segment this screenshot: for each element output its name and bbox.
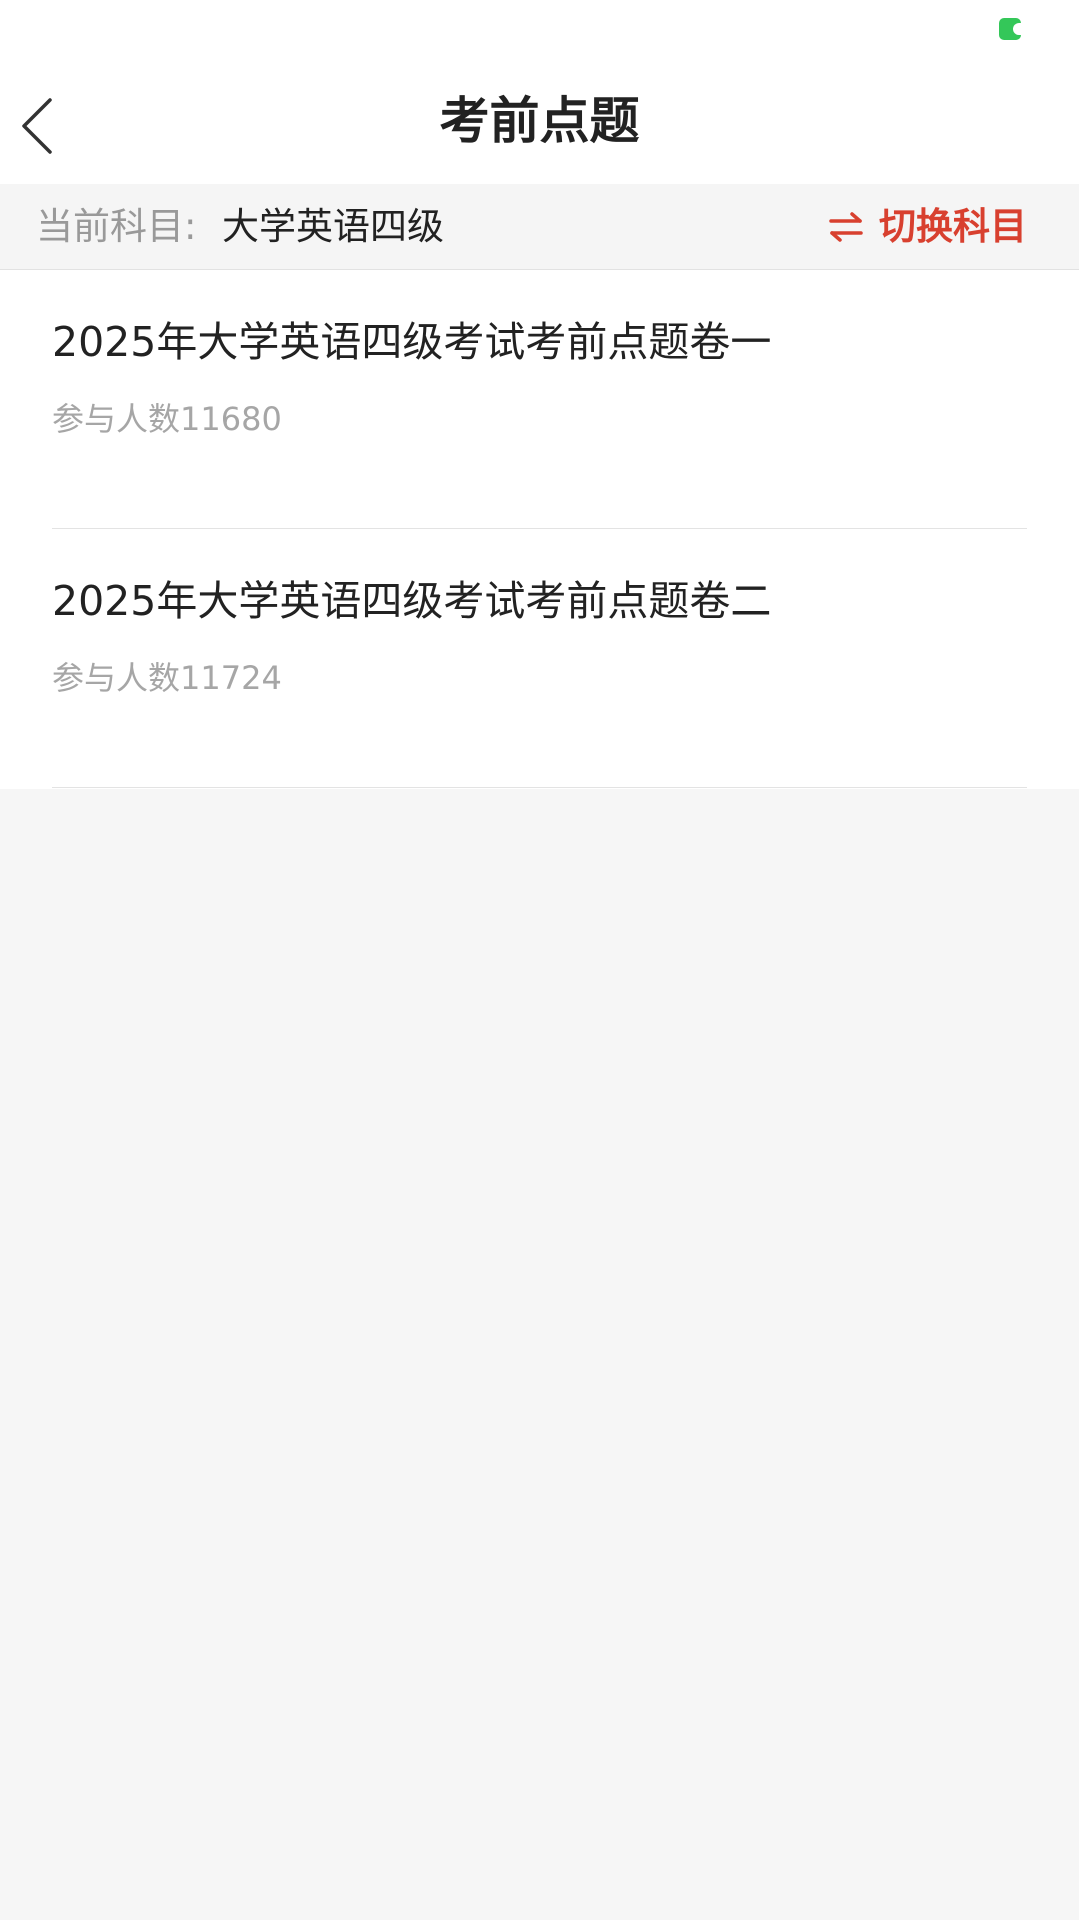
paper-list: 2025年大学英语四级考试考前点题卷一 参与人数11680 2025年大学英语四… bbox=[0, 270, 1079, 789]
status-bar bbox=[0, 0, 1079, 62]
nav-bar: 考前点题 bbox=[0, 62, 1079, 184]
paper-title: 2025年大学英语四级考试考前点题卷二 bbox=[52, 577, 772, 625]
switch-subject-button[interactable]: 切换科目 bbox=[829, 204, 1027, 250]
subject-bar: 当前科目: 大学英语四级 切换科目 bbox=[0, 184, 1079, 270]
page: 考前点题 当前科目: 大学英语四级 切换科目 2025年大学英语四级考试考前点题… bbox=[0, 0, 1079, 1920]
paper-title: 2025年大学英语四级考试考前点题卷一 bbox=[52, 318, 772, 366]
page-title: 考前点题 bbox=[439, 92, 640, 150]
paper-participants: 参与人数11680 bbox=[52, 400, 282, 438]
swap-arrows-icon bbox=[829, 212, 863, 242]
switch-subject-label: 切换科目 bbox=[879, 205, 1027, 248]
paper-participants: 参与人数11724 bbox=[52, 659, 282, 697]
current-subject-label: 当前科目: bbox=[36, 205, 197, 248]
current-subject-value: 大学英语四级 bbox=[222, 205, 444, 248]
paper-list-item[interactable]: 2025年大学英语四级考试考前点题卷二 参与人数11724 bbox=[0, 529, 1079, 788]
status-indicator-icon bbox=[999, 18, 1023, 40]
paper-list-item[interactable]: 2025年大学英语四级考试考前点题卷一 参与人数11680 bbox=[0, 270, 1079, 529]
